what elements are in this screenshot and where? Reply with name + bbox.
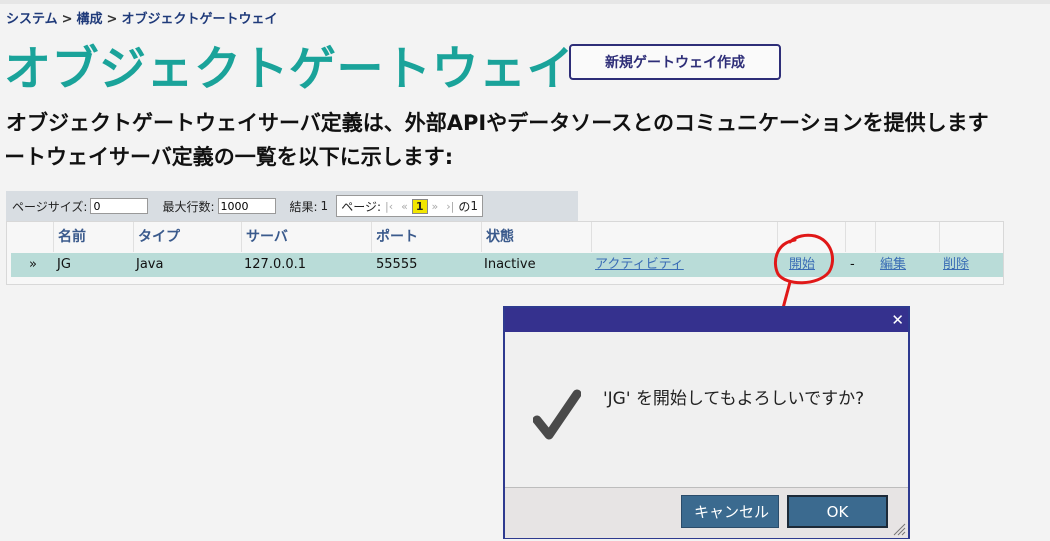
dialog-titlebar[interactable]: ✕ [505, 308, 908, 332]
dialog-message: 'JG' を開始してもよろしいですか? [603, 389, 865, 409]
check-icon [533, 389, 581, 440]
resize-grip-icon[interactable] [892, 522, 906, 536]
close-icon[interactable]: ✕ [891, 310, 904, 330]
ok-button[interactable]: OK [787, 495, 888, 528]
dialog-footer: キャンセル OK [505, 487, 908, 538]
confirm-dialog: ✕ 'JG' を開始してもよろしいですか? キャンセル OK [503, 306, 910, 539]
cancel-button[interactable]: キャンセル [681, 495, 779, 528]
